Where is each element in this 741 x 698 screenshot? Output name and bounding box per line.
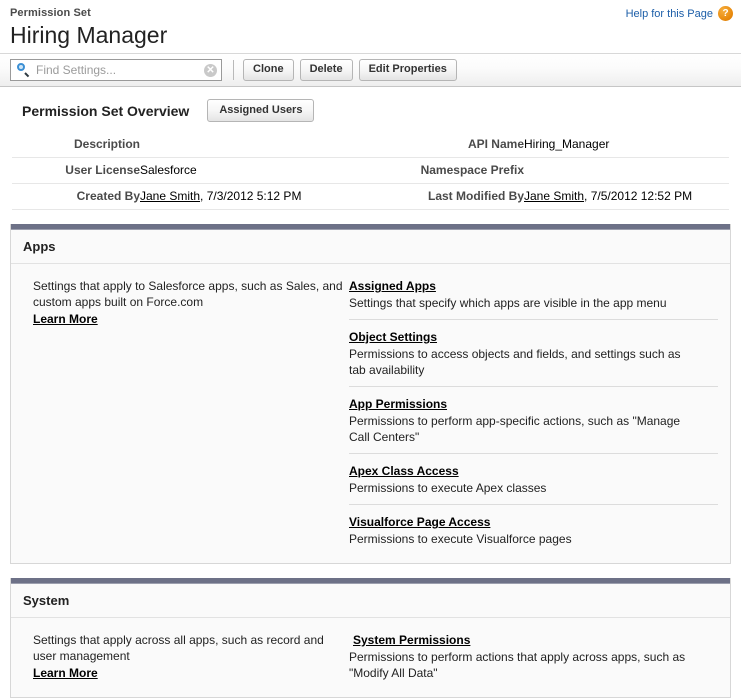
overview-table: Description API Name Hiring_Manager User… — [12, 132, 729, 210]
system-learn-more-link[interactable]: Learn More — [33, 665, 98, 681]
help-link-label[interactable]: Help for this Page — [626, 8, 713, 20]
created-by-label: Created By — [76, 189, 140, 203]
namespace-prefix-value — [524, 158, 729, 184]
list-item[interactable]: System Permissions Permissions to perfor… — [349, 632, 718, 681]
app-permissions-link[interactable]: App Permissions — [349, 396, 447, 412]
table-row: Description API Name Hiring_Manager — [12, 132, 729, 158]
apps-links-list: Assigned Apps Settings that specify whic… — [345, 278, 718, 547]
assigned-apps-desc: Settings that specify which apps are vis… — [349, 296, 667, 310]
system-panel-body: Settings that apply across all apps, suc… — [11, 618, 730, 697]
apps-description-text: Settings that apply to Salesforce apps, … — [33, 279, 343, 309]
list-item[interactable]: Assigned Apps Settings that specify whic… — [349, 278, 718, 320]
list-item[interactable]: Object Settings Permissions to access ob… — [349, 329, 718, 387]
apps-panel: Apps Settings that apply to Salesforce a… — [10, 224, 731, 564]
user-license-value: Salesforce — [140, 163, 197, 177]
find-settings-search-box[interactable]: ✕ — [10, 59, 222, 81]
object-settings-desc: Permissions to access objects and fields… — [349, 347, 681, 377]
delete-button[interactable]: Delete — [299, 59, 353, 81]
system-panel: System Settings that apply across all ap… — [10, 578, 731, 698]
description-value — [140, 132, 380, 158]
last-modified-by-label: Last Modified By — [427, 189, 524, 203]
app-permissions-desc: Permissions to perform app-specific acti… — [349, 414, 681, 444]
table-row: User License Salesforce Namespace Prefix — [12, 158, 729, 184]
apps-description-block: Settings that apply to Salesforce apps, … — [23, 278, 345, 547]
clear-search-icon[interactable]: ✕ — [204, 63, 217, 77]
edit-properties-button[interactable]: Edit Properties — [358, 59, 457, 81]
list-item[interactable]: Apex Class Access Permissions to execute… — [349, 463, 718, 505]
user-license-label: User License — [65, 163, 140, 177]
visualforce-page-access-link[interactable]: Visualforce Page Access — [349, 514, 490, 530]
apex-class-access-desc: Permissions to execute Apex classes — [349, 481, 547, 495]
toolbar: ✕ Clone Delete Edit Properties — [0, 53, 741, 87]
last-modified-by-timestamp: , 7/5/2012 12:52 PM — [584, 189, 693, 203]
api-name-label: API Name — [467, 137, 524, 151]
created-by-timestamp: , 7/3/2012 5:12 PM — [200, 189, 302, 203]
breadcrumb-permission-set: Permission Set — [10, 7, 91, 19]
description-label: Description — [73, 137, 140, 151]
system-permissions-desc: Permissions to perform actions that appl… — [349, 650, 686, 680]
created-by-value: Jane Smith, 7/3/2012 5:12 PM — [140, 184, 380, 210]
system-description-text: Settings that apply across all apps, suc… — [33, 633, 324, 663]
system-panel-heading: System — [11, 584, 730, 618]
api-name-value: Hiring_Manager — [524, 137, 610, 151]
help-question-icon[interactable]: ? — [718, 6, 733, 21]
last-modified-by-user-link[interactable]: Jane Smith — [524, 189, 584, 203]
permission-set-overview: Permission Set Overview Assigned Users D… — [0, 87, 741, 210]
table-row: Created By Jane Smith, 7/3/2012 5:12 PM … — [12, 184, 729, 210]
apps-panel-body: Settings that apply to Salesforce apps, … — [11, 264, 730, 563]
search-icon — [16, 63, 30, 78]
created-by-user-link[interactable]: Jane Smith — [140, 189, 200, 203]
search-input[interactable] — [30, 62, 204, 78]
toolbar-divider — [233, 60, 234, 80]
assigned-apps-link[interactable]: Assigned Apps — [349, 278, 436, 294]
system-permissions-link[interactable]: System Permissions — [353, 632, 470, 648]
object-settings-link[interactable]: Object Settings — [349, 329, 437, 345]
help-for-this-page[interactable]: Help for this Page ? — [626, 6, 733, 21]
list-item[interactable]: App Permissions Permissions to perform a… — [349, 396, 718, 454]
apps-panel-heading: Apps — [11, 230, 730, 264]
list-item[interactable]: Visualforce Page Access Permissions to e… — [349, 514, 718, 547]
page-header: Permission Set Hiring Manager Help for t… — [0, 0, 741, 53]
overview-header: Permission Set Overview Assigned Users — [12, 99, 729, 132]
assigned-users-button[interactable]: Assigned Users — [207, 99, 315, 122]
system-description-block: Settings that apply across all apps, suc… — [23, 632, 345, 681]
last-modified-by-value: Jane Smith, 7/5/2012 12:52 PM — [524, 184, 729, 210]
namespace-prefix-label: Namespace Prefix — [420, 163, 524, 177]
overview-title: Permission Set Overview — [22, 102, 190, 119]
system-links-list: System Permissions Permissions to perfor… — [345, 632, 718, 681]
visualforce-page-access-desc: Permissions to execute Visualforce pages — [349, 532, 572, 546]
clone-button[interactable]: Clone — [243, 59, 294, 81]
apps-learn-more-link[interactable]: Learn More — [33, 311, 98, 327]
page-title: Hiring Manager — [10, 22, 168, 48]
apex-class-access-link[interactable]: Apex Class Access — [349, 463, 459, 479]
